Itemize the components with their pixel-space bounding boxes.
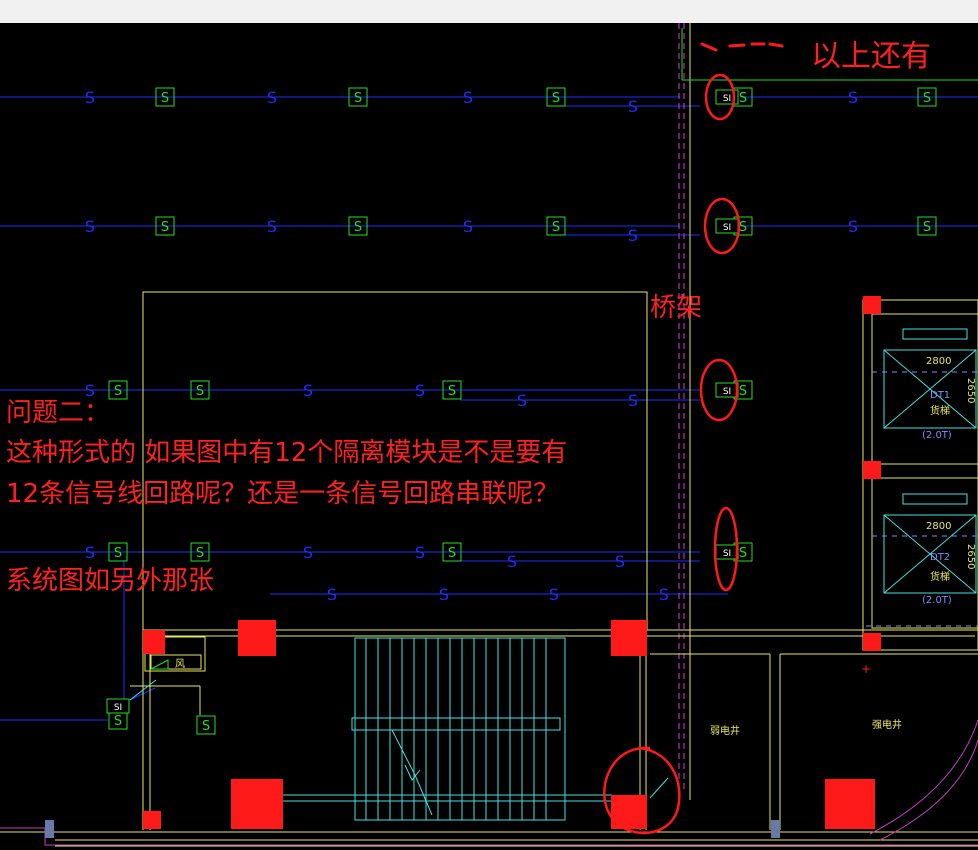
svg-text:SI: SI bbox=[723, 549, 731, 559]
fan-box: 风 bbox=[150, 654, 202, 670]
svg-text:S: S bbox=[114, 546, 122, 561]
signal-wire-glyph: S bbox=[303, 381, 313, 400]
isolation-module-icon[interactable]: SI bbox=[715, 382, 739, 398]
question-line-1: 这种形式的 如果图中有12个隔离模块是不是要有 bbox=[6, 438, 568, 468]
signal-wire-glyph: S bbox=[848, 217, 858, 236]
elevator-door-lines bbox=[866, 371, 978, 627]
smoke-detector-icon[interactable]: S bbox=[196, 715, 216, 735]
signal-wire-glyph: S bbox=[303, 543, 313, 562]
signal-wire-glyph: S bbox=[327, 585, 337, 604]
signal-wire-glyph: S bbox=[615, 552, 625, 571]
isolation-module-icon[interactable]: SI bbox=[715, 218, 739, 234]
signal-wire-glyph: S bbox=[85, 88, 95, 107]
elevator-1-load: (2.0T) bbox=[922, 430, 952, 441]
smoke-detector-icon[interactable]: S bbox=[108, 710, 128, 730]
signal-lines bbox=[0, 96, 978, 721]
weak-shaft-label: 弱电井 bbox=[710, 724, 740, 737]
svg-text:SI: SI bbox=[114, 703, 122, 713]
elevator-2-dim-h: 2650 bbox=[965, 544, 976, 569]
question-line-2: 12条信号线回路呢？还是一条信号回路串联呢？ bbox=[6, 479, 560, 509]
signal-wire-glyph: S bbox=[439, 585, 449, 604]
svg-text:S: S bbox=[202, 719, 210, 734]
svg-text:S: S bbox=[739, 91, 747, 106]
svg-text:S: S bbox=[739, 546, 747, 561]
signal-wire-glyph: S bbox=[507, 552, 517, 571]
signal-wire-glyph: S bbox=[848, 88, 858, 107]
signal-wire-glyph: S bbox=[415, 543, 425, 562]
isolation-module-icon[interactable]: SI bbox=[106, 698, 130, 714]
scribble-mark bbox=[728, 43, 746, 48]
elevator-1-type: 货梯 bbox=[930, 404, 950, 417]
signal-wire-glyph: S bbox=[267, 217, 277, 236]
elevator-2-dim: 2800 bbox=[926, 521, 951, 532]
signal-wire-glyph: S bbox=[267, 88, 277, 107]
isolation-module-icon[interactable]: SI bbox=[715, 544, 739, 560]
cable-tray bbox=[678, 23, 685, 790]
svg-text:S: S bbox=[196, 546, 204, 561]
svg-text:SI: SI bbox=[723, 387, 731, 397]
signal-wire-glyph: S bbox=[628, 391, 638, 410]
signal-wire-glyph: S bbox=[628, 97, 638, 116]
elevator-1-dim-h: 2650 bbox=[965, 378, 976, 403]
signal-wire-glyph: S bbox=[628, 226, 638, 245]
signal-wire-glyph: S bbox=[517, 391, 527, 410]
signal-wire-glyph: S bbox=[463, 88, 473, 107]
signal-wire-glyph: S bbox=[549, 585, 559, 604]
svg-text:S: S bbox=[923, 220, 931, 235]
svg-text:S: S bbox=[448, 384, 456, 399]
system-diagram-note: 系统图如另外那张 bbox=[6, 566, 215, 596]
above-more-note: 以上还有 bbox=[811, 39, 931, 74]
svg-text:S: S bbox=[161, 220, 169, 235]
svg-text:风: 风 bbox=[175, 658, 185, 670]
svg-text:S: S bbox=[114, 384, 122, 399]
scribble-mark bbox=[700, 42, 718, 52]
elevator-2-type: 货梯 bbox=[930, 570, 950, 583]
svg-text:S: S bbox=[552, 91, 560, 106]
elevator-2-code: DT2 bbox=[930, 552, 950, 563]
svg-text:SI: SI bbox=[723, 94, 731, 104]
svg-text:S: S bbox=[448, 546, 456, 561]
elevator-1-code: DT1 bbox=[930, 390, 950, 401]
svg-text:S: S bbox=[354, 220, 362, 235]
strong-shaft-label: 强电井 bbox=[872, 718, 902, 731]
question-title: 问题二： bbox=[6, 398, 111, 428]
svg-text:S: S bbox=[114, 714, 122, 729]
signal-wire-glyph: S bbox=[85, 543, 95, 562]
scribble-mark bbox=[768, 42, 784, 48]
stair bbox=[129, 637, 669, 821]
elevator-1-dim: 2800 bbox=[926, 356, 951, 367]
svg-text:S: S bbox=[161, 91, 169, 106]
svg-text:S: S bbox=[923, 91, 931, 106]
svg-text:S: S bbox=[552, 220, 560, 235]
elevator-2-load: (2.0T) bbox=[922, 595, 952, 606]
app-top-bar bbox=[0, 0, 978, 23]
signal-wire-glyph: S bbox=[463, 217, 473, 236]
svg-text:S: S bbox=[196, 384, 204, 399]
cable-tray-note: 桥架 bbox=[650, 293, 703, 323]
signal-wire-glyph: S bbox=[415, 381, 425, 400]
svg-text:S: S bbox=[739, 384, 747, 399]
svg-text:SI: SI bbox=[723, 223, 731, 233]
marker-cross: + bbox=[861, 662, 871, 676]
signal-wire-glyph: S bbox=[659, 585, 669, 604]
signal-wire-glyph: S bbox=[85, 217, 95, 236]
svg-text:S: S bbox=[354, 91, 362, 106]
